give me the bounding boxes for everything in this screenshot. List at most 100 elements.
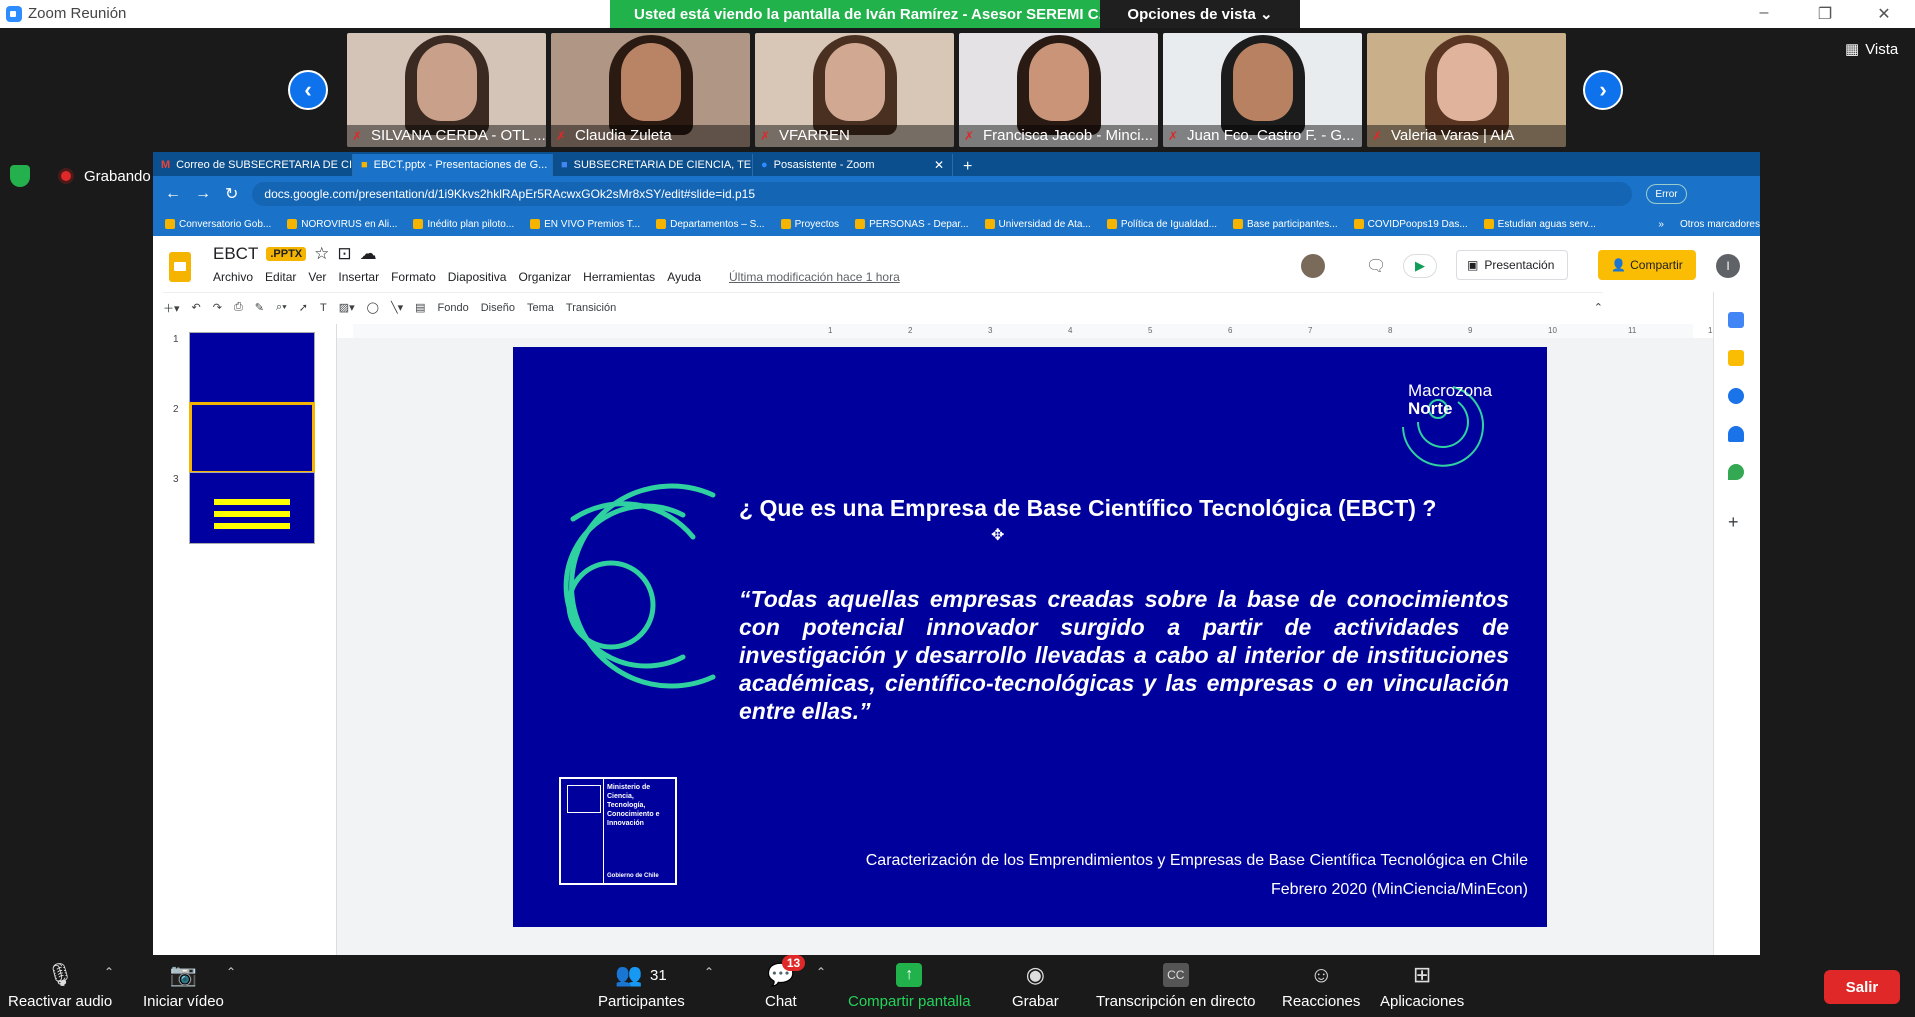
bookmark-item[interactable]: Universidad de Ata... [984,219,1091,230]
meet-icon[interactable]: ▶ [1403,254,1437,278]
menu-editar[interactable]: Editar [265,270,296,284]
reactions-button[interactable]: ☺ Reacciones [1282,962,1360,1010]
present-button[interactable]: ▣ Presentación [1456,250,1568,280]
reload-icon[interactable]: ↻ [225,184,238,204]
comments-icon[interactable]: 🗨 [1366,256,1386,276]
next-page-button[interactable]: › [1583,70,1623,110]
contacts-icon[interactable] [1728,426,1744,442]
keep-icon[interactable] [1728,350,1744,366]
participant-tile[interactable]: Valeria Varas | AIA ✗ [1367,33,1566,147]
shape-icon[interactable]: ◯ [367,301,379,314]
close-tab-icon[interactable]: ✕ [934,158,944,172]
zoom-icon[interactable]: ⌕▾ [276,301,287,314]
avatar[interactable] [1301,254,1325,278]
browser-tab[interactable]: ■SUBSECRETARIA DE CIENCIA, TE...✕ [553,154,753,176]
line-icon[interactable]: ╲▾ [391,301,403,314]
participant-tile[interactable]: VFARREN ✗ [755,33,954,147]
last-modified-link[interactable]: Última modificación hace 1 hora [729,270,900,284]
menu-formato[interactable]: Formato [391,270,436,284]
add-addon-icon[interactable]: + [1728,512,1739,533]
url-field[interactable]: docs.google.com/presentation/d/1i9Kkvs2h… [252,182,1633,206]
textbox-icon[interactable]: T [320,302,327,314]
slides-logo-icon[interactable] [169,252,191,282]
chat-button[interactable]: 💬 13 Chat [765,955,806,1010]
participant-tile[interactable]: SILVANA CERDA - OTL ... ✗ [347,33,546,147]
browser-tab[interactable]: MCorreo de SUBSECRETARIA DE CI...✕ [153,154,353,176]
background-button[interactable]: Fondo [438,302,469,314]
other-bookmarks-folder[interactable]: Otros marcadores [1680,219,1760,230]
theme-button[interactable]: Tema [527,302,554,314]
menu-diapositiva[interactable]: Diapositiva [448,270,507,284]
prev-page-button[interactable]: ‹ [288,70,328,110]
tasks-icon[interactable] [1728,388,1744,404]
forward-icon[interactable]: → [195,185,211,203]
bookmark-item[interactable]: EN VIVO Premios T... [530,219,640,230]
leave-button[interactable]: Salir [1824,970,1900,1004]
browser-tab[interactable]: ● Posasistente - Zoom ✕ [753,154,953,176]
video-options-icon[interactable]: ⌃ [226,965,236,979]
browser-tab[interactable]: ■EBCT.pptx - Presentaciones de G...✕ [353,154,553,176]
bookmark-item[interactable]: Departamentos – S... [656,219,765,230]
paint-format-icon[interactable]: ✎ [255,301,264,314]
cloud-icon[interactable]: ☁ [360,244,377,264]
collapse-icon[interactable]: ⌃ [1594,301,1603,314]
slide-thumbnail[interactable] [189,402,315,474]
audio-options-icon[interactable]: ⌃ [104,965,114,979]
view-options-button[interactable]: Opciones de vista ⌄ [1100,0,1300,28]
menu-ver[interactable]: Ver [308,270,326,284]
print-icon[interactable]: ⎙ [234,301,243,314]
select-icon[interactable]: ➚ [299,301,308,314]
new-slide-icon[interactable]: ＋▾ [163,300,180,316]
slide-thumbnail[interactable] [189,332,315,404]
bookmark-item[interactable]: PERSONAS - Depar... [855,219,969,230]
participant-tile[interactable]: Claudia Zuleta ✗ [551,33,750,147]
minimize-icon[interactable]: – [1754,4,1774,22]
live-transcription-button[interactable]: CC Transcripción en directo [1096,963,1256,1010]
star-icon[interactable]: ☆ [314,244,329,264]
menu-archivo[interactable]: Archivo [213,270,253,284]
menu-insertar[interactable]: Insertar [338,270,379,284]
slide-thumbnail[interactable] [189,472,315,544]
unmute-button[interactable]: 🎙 Reactivar audio [8,962,112,1010]
bookmark-item[interactable]: Política de Igualdad... [1106,219,1217,230]
menu-ayuda[interactable]: Ayuda [667,270,701,284]
move-icon[interactable]: ⊡ [337,244,351,264]
bookmark-item[interactable]: NOROVIRUS en Ali... [287,219,397,230]
comment-add-icon[interactable]: ▤ [415,301,425,314]
calendar-icon[interactable] [1728,312,1744,328]
start-video-button[interactable]: 📷 Iniciar vídeo [143,962,224,1010]
menu-herramientas[interactable]: Herramientas [583,270,655,284]
share-screen-button[interactable]: ↑ Compartir pantalla [848,963,971,1010]
participants-button[interactable]: 👥 31 Participantes [598,962,685,1010]
bookmark-item[interactable]: COVIDPoops19 Das... [1353,219,1468,230]
bookmark-item[interactable]: Base participantes... [1233,219,1338,230]
maps-icon[interactable] [1728,464,1744,480]
transition-button[interactable]: Transición [566,302,616,314]
bookmark-item[interactable]: Proyectos [780,219,839,230]
image-icon[interactable]: ▨▾ [339,301,355,314]
layout-button[interactable]: Diseño [481,302,515,314]
record-button[interactable]: ◉ Grabar [1012,962,1059,1010]
restore-icon[interactable]: ❐ [1815,4,1835,24]
participant-tile[interactable]: Francisca Jacob - Minci... ✗ [959,33,1158,147]
bookmark-item[interactable]: Conversatorio Gob... [165,219,271,230]
more-bookmarks-button[interactable]: » [1658,219,1664,230]
undo-icon[interactable]: ↶ [192,301,201,314]
bookmark-item[interactable]: Inédito plan piloto... [413,219,514,230]
participant-tile[interactable]: Juan Fco. Castro F. - G... ✗ [1163,33,1362,147]
current-slide[interactable]: Macrozona Norte ¿ Que es una Empresa de … [513,347,1547,927]
redo-icon[interactable]: ↷ [213,301,222,314]
share-doc-button[interactable]: 👤 Compartir [1598,250,1696,280]
participants-options-icon[interactable]: ⌃ [704,965,714,979]
apps-button[interactable]: ⊞ Aplicaciones [1380,962,1464,1010]
back-icon[interactable]: ← [165,185,181,203]
user-avatar[interactable]: I [1716,254,1740,278]
menu-organizar[interactable]: Organizar [518,270,571,284]
view-button[interactable]: ▦ Vista [1845,40,1898,59]
profile-error-button[interactable]: Error [1646,184,1687,204]
bookmark-item[interactable]: Estudian aguas serv... [1483,219,1596,230]
doc-title[interactable]: EBCT .PPTX ☆ ⊡ ☁ [213,244,377,264]
chat-options-icon[interactable]: ⌃ [816,965,826,979]
close-icon[interactable]: ✕ [1874,4,1894,24]
new-tab-icon[interactable]: + [953,158,982,176]
